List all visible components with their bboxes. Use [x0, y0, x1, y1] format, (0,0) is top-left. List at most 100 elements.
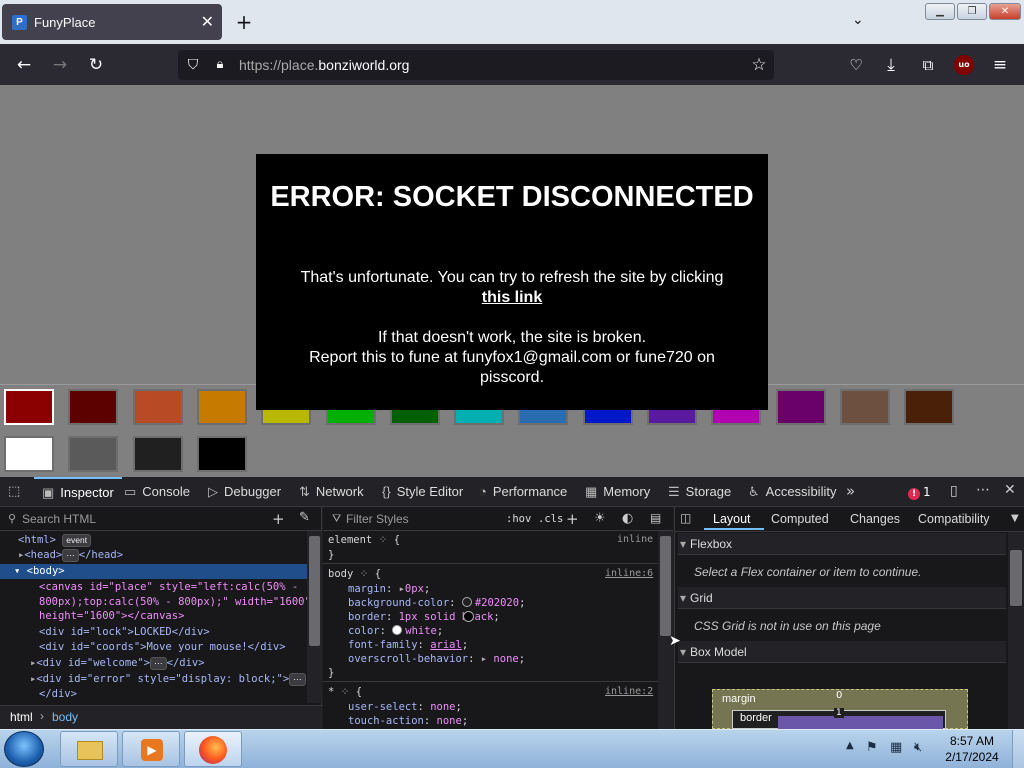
new-tab-button[interactable]: +: [232, 10, 256, 34]
tab-performance[interactable]: ◔ Performance: [479, 477, 567, 507]
window-close-button[interactable]: ✕: [989, 3, 1021, 20]
bookmark-star-icon[interactable]: ☆: [748, 54, 770, 76]
hamburger-menu-icon[interactable]: ≡: [989, 54, 1011, 76]
ublock-origin-icon[interactable]: uo: [954, 55, 974, 75]
show-desktop-button[interactable]: [1012, 730, 1024, 768]
extensions-puzzle-icon[interactable]: ⧉: [917, 54, 939, 76]
tab-network[interactable]: ⇅ Network: [299, 477, 364, 507]
palette-swatch[interactable]: [839, 389, 890, 425]
palette-swatch[interactable]: [132, 389, 183, 425]
tray-show-hidden-icon[interactable]: ▲: [846, 740, 854, 751]
tab-changes[interactable]: Changes: [850, 512, 900, 526]
color-swatch-icon[interactable]: [463, 611, 474, 622]
back-arrow-icon[interactable]: ←: [13, 54, 35, 76]
node-welcome[interactable]: ▸<div id="welcome"> ⋯ </div>: [0, 655, 322, 671]
action-center-flag-icon[interactable]: ⚑: [866, 740, 878, 755]
decl-overscroll-behavior[interactable]: overscroll-behavior: ▸ none;: [348, 652, 525, 666]
palette-swatch[interactable]: [775, 389, 826, 425]
light-theme-icon[interactable]: ☀: [594, 511, 606, 526]
tab-close-icon[interactable]: ✕: [201, 12, 214, 32]
collapse-arrow-icon[interactable]: ▾: [14, 565, 20, 577]
cls-toggle[interactable]: .cls: [538, 513, 563, 525]
volume-muted-icon[interactable]: 🔇︎: [914, 740, 922, 755]
node-head[interactable]: ▸<head> ⋯ </head>: [0, 547, 322, 563]
breadcrumb-html[interactable]: html: [10, 710, 33, 724]
more-tabs-chevron-icon[interactable]: »: [846, 482, 855, 500]
palette-swatch[interactable]: [904, 389, 955, 425]
box-model-padding[interactable]: [778, 716, 943, 729]
decl-color[interactable]: color: white;: [348, 624, 443, 638]
decl-touch-action[interactable]: touch-action: none;: [348, 714, 468, 728]
event-badge[interactable]: event: [62, 534, 92, 547]
layout-scrollbar-thumb[interactable]: [1010, 550, 1022, 606]
taskbar-firefox[interactable]: [184, 731, 242, 767]
node-lock[interactable]: <div id="lock">LOCKED</div>: [0, 624, 322, 640]
filter-styles-input[interactable]: Filter Styles: [346, 512, 409, 526]
downloads-icon[interactable]: ⤓: [880, 54, 902, 76]
print-media-icon[interactable]: ▤: [650, 511, 661, 525]
decl-margin[interactable]: margin: ▸0px;: [348, 582, 430, 596]
section-box-model[interactable]: ▾ Box Model: [678, 641, 1006, 663]
devtools-menu-icon[interactable]: ⋯: [976, 482, 990, 498]
search-html-input[interactable]: Search HTML: [22, 512, 96, 526]
forward-arrow-icon[interactable]: →: [49, 54, 71, 76]
tracking-shield-icon[interactable]: ⛉: [182, 54, 204, 76]
decl-font-family[interactable]: font-family: arial;: [348, 638, 468, 652]
tab-style-editor[interactable]: {} Style Editor: [382, 477, 463, 507]
tab-compatibility[interactable]: Compatibility: [918, 512, 990, 526]
palette-swatch[interactable]: [68, 389, 119, 425]
collapsed-ellipsis-badge[interactable]: ⋯: [62, 549, 79, 562]
tab-memory[interactable]: ▦ Memory: [585, 477, 650, 507]
palette-swatch[interactable]: [4, 389, 54, 425]
breadcrumb-body[interactable]: body: [52, 710, 78, 724]
rule-body-source-link[interactable]: inline:6: [605, 568, 653, 579]
collapsed-ellipsis-badge[interactable]: ⋯: [150, 657, 167, 670]
add-rule-icon[interactable]: +: [566, 510, 579, 528]
window-restore-button[interactable]: ❐: [957, 3, 987, 20]
rule-star-selector[interactable]: * ⁘ {: [328, 685, 362, 699]
pocket-icon[interactable]: ♡: [845, 54, 867, 76]
devtools-close-icon[interactable]: ✕: [1004, 482, 1016, 498]
box-margin-value[interactable]: 0: [836, 690, 842, 701]
node-error[interactable]: ▸<div id="error" style="display: block;"…: [0, 671, 322, 687]
add-node-icon[interactable]: +: [272, 510, 285, 528]
node-html[interactable]: <html> event: [0, 532, 322, 548]
tab-console[interactable]: ▭ Console: [124, 477, 190, 507]
palette-swatch[interactable]: [132, 436, 183, 472]
palette-swatch[interactable]: [68, 436, 119, 472]
section-grid[interactable]: ▾ Grid: [678, 587, 1006, 609]
start-button[interactable]: [4, 731, 44, 767]
node-coords[interactable]: <div id="coords">Move your mouse!</div>: [0, 639, 322, 655]
decl-border[interactable]: border: 1px solid black;: [348, 610, 500, 624]
network-tray-icon[interactable]: ▦: [890, 740, 902, 755]
node-canvas[interactable]: <canvas id="place" style="left:calc(50% …: [0, 579, 322, 595]
box-border-value[interactable]: 1: [834, 708, 844, 718]
decl-background-color[interactable]: background-color: #202020;: [348, 596, 525, 610]
rules-scrollbar-thumb[interactable]: [660, 536, 671, 636]
element-picker-icon[interactable]: ⬚: [8, 484, 20, 499]
taskbar-clock[interactable]: 8:57 AM 2/17/2024: [938, 733, 1006, 765]
reload-icon[interactable]: ↻: [85, 54, 107, 76]
eyedropper-icon[interactable]: ✎: [299, 510, 310, 525]
collapsed-ellipsis-badge[interactable]: ⋯: [289, 673, 306, 686]
decl-user-select[interactable]: user-select: none;: [348, 700, 462, 714]
markup-scrollbar-thumb[interactable]: [309, 536, 320, 646]
error-count-badge[interactable]: ! 1: [908, 485, 931, 500]
rule-star-source-link[interactable]: inline:2: [605, 686, 653, 697]
color-swatch-icon[interactable]: [392, 625, 403, 635]
window-minimize-button[interactable]: ▁: [925, 3, 955, 20]
rule-body-selector[interactable]: body ⁘ {: [328, 567, 381, 581]
rule-element-selector[interactable]: element ⁘ {: [328, 533, 400, 547]
tabs-overflow-chevron-icon[interactable]: ▼: [1011, 513, 1019, 524]
responsive-design-icon[interactable]: ▯: [950, 483, 958, 499]
tab-inspector[interactable]: ▣ Inspector: [34, 477, 122, 507]
node-body[interactable]: ▾ <body>: [0, 563, 322, 579]
tab-storage[interactable]: ☰ Storage: [668, 477, 731, 507]
dark-theme-icon[interactable]: ◐: [622, 511, 633, 526]
tab-funyplace[interactable]: P FunyPlace ✕: [2, 4, 222, 40]
taskbar-explorer[interactable]: [60, 731, 118, 767]
tab-accessibility[interactable]: ♿︎ Accessibility: [748, 477, 836, 507]
refresh-link[interactable]: this link: [482, 289, 542, 306]
tab-list-chevron-icon[interactable]: ⌄: [852, 12, 864, 28]
palette-swatch[interactable]: [4, 436, 54, 472]
